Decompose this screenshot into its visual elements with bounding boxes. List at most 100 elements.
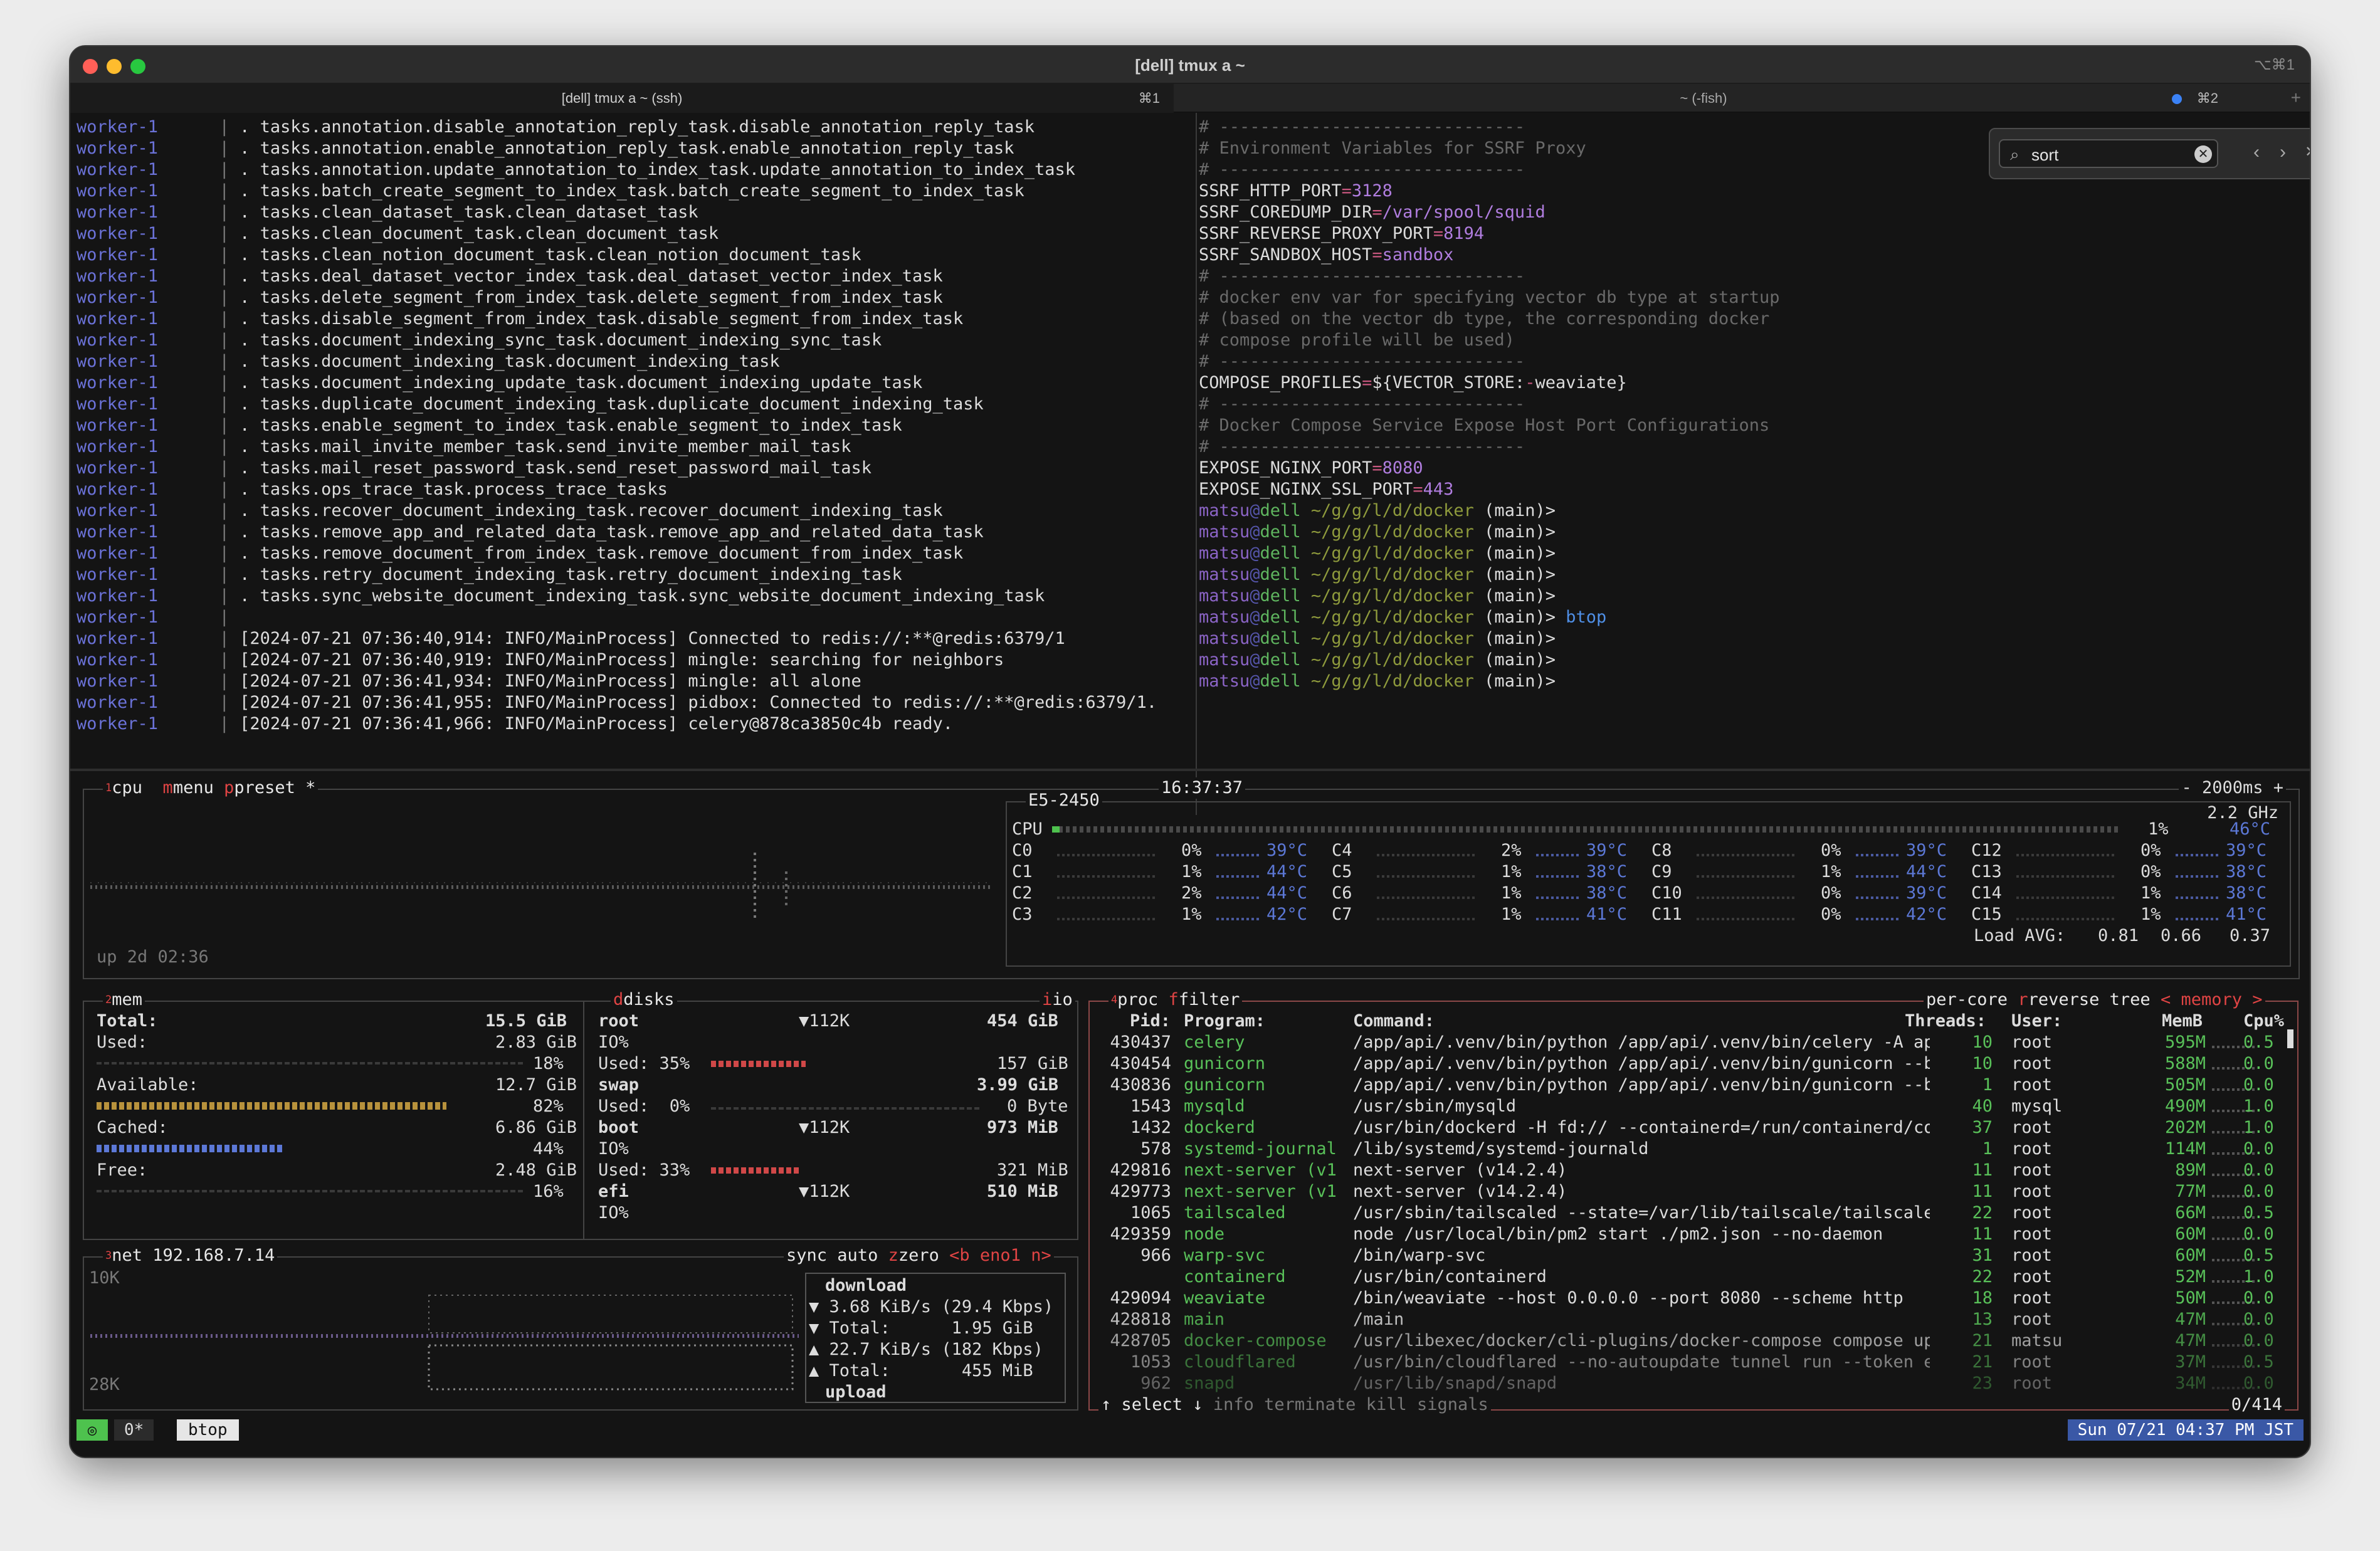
cpu-core-c10: C10 <box>1651 883 1682 903</box>
proc-mem: 595M <box>2164 1033 2206 1052</box>
pane-divider-horizontal[interactable] <box>70 769 2310 771</box>
log-line: worker-1 | . tasks.sync_website_document… <box>76 586 1045 606</box>
disk-boot-name: boot <box>598 1118 640 1137</box>
proc-options[interactable]: per-core rreverse tree < memory > <box>1924 989 2265 1011</box>
info-hint[interactable]: info <box>1213 1395 1254 1414</box>
cpu-box: 1cpu mmenu ppreset * 16:37:37 - 2000ms +… <box>83 777 2300 979</box>
proc-mem: 66M <box>2175 1203 2206 1222</box>
tab-bar: [dell] tmux a ~ (ssh) ⌘1 ~ (-fish) ⌘2 + <box>70 84 2310 113</box>
cpu-core-c14: C14 <box>1971 883 2002 903</box>
disk-swap-meter <box>711 1107 981 1110</box>
proc-user: root <box>2011 1267 2053 1286</box>
select-hint[interactable]: ↑ select ↓ <box>1101 1395 1203 1414</box>
disk-efi-io: IO% <box>598 1203 629 1222</box>
mem-avail: 12.7 GiB <box>495 1075 577 1095</box>
log-line: worker-1 | . tasks.deal_dataset_vector_i… <box>76 266 943 286</box>
clear-search-icon[interactable]: ✕ <box>2194 145 2212 163</box>
proc-mem: 52M <box>2175 1267 2206 1286</box>
mem-box-title: 2mem <box>103 989 145 1011</box>
net-upload-rate: ▲ 22.7 KiB/s (182 Kbps) <box>809 1340 1043 1359</box>
proc-program: containerd <box>1184 1267 1286 1286</box>
cpu-total-label: CPU <box>1012 819 1043 839</box>
log-line: worker-1 | [2024-07-21 07:36:41,934: INF… <box>76 671 861 691</box>
terminal-window: [dell] tmux a ~ ⌥⌘1 [dell] tmux a ~ (ssh… <box>69 45 2311 1458</box>
col-cpu[interactable]: Cpu% <box>2243 1011 2284 1032</box>
window-name[interactable]: btop <box>177 1419 239 1441</box>
cpu-core-temp-meter <box>1536 875 1580 878</box>
cpu-core-temp: 42°C <box>1266 905 1308 924</box>
col-command[interactable]: Command: <box>1353 1011 1435 1032</box>
proc-command: /app/api/.venv/bin/python /app/api/.venv… <box>1353 1075 1930 1095</box>
proc-threads: 1 <box>1982 1075 1993 1095</box>
prompt-line: matsu@dell ~/g/g/l/d/docker (main)> <box>1199 501 1556 520</box>
proc-mem: 47M <box>2175 1310 2206 1329</box>
proc-mem: 202M <box>2164 1118 2206 1137</box>
proc-cpu: 0.0 <box>2243 1374 2274 1393</box>
log-line: worker-1 | . tasks.delete_segment_from_i… <box>76 288 943 307</box>
update-interval[interactable]: - 2000ms + <box>2179 777 2286 799</box>
proc-program: cloudflared <box>1184 1352 1296 1372</box>
proc-mem: 60M <box>2175 1224 2206 1244</box>
proc-command: /bin/weaviate --host 0.0.0.0 --port 8080… <box>1353 1288 1903 1308</box>
left-pane-worker-log[interactable]: worker-1 | . tasks.annotation.disable_an… <box>76 117 1167 814</box>
disks-io-toggle[interactable]: iio <box>1040 989 1075 1011</box>
signals-hint[interactable]: signals <box>1417 1395 1488 1414</box>
net-controls[interactable]: sync auto zzero <b eno1 n> <box>784 1245 1054 1266</box>
cpu-core-pct: 1% <box>1181 862 1202 881</box>
proc-program: warp-svc <box>1184 1246 1266 1265</box>
title-bar: [dell] tmux a ~ ⌥⌘1 <box>70 46 2310 84</box>
col-pid[interactable]: Pid: <box>1130 1011 1171 1032</box>
log-line: worker-1 | . tasks.disable_segment_from_… <box>76 309 964 329</box>
proc-pid: 1065 <box>1130 1203 1171 1222</box>
proc-user: root <box>2011 1182 2053 1201</box>
col-user[interactable]: User: <box>2011 1011 2062 1032</box>
net-box: 3net 192.168.7.14 sync auto zzero <b eno… <box>83 1245 1078 1411</box>
col-memb[interactable]: MemB <box>2162 1011 2203 1032</box>
proc-scrollbar[interactable] <box>2287 1029 2293 1048</box>
col-threads[interactable]: Threads: <box>1905 1011 1986 1032</box>
search-value: sort <box>2031 145 2059 164</box>
proc-user: root <box>2011 1246 2053 1265</box>
find-next-button[interactable]: › <box>2280 142 2286 163</box>
disk-swap-used-label: Used: 0% <box>598 1096 690 1116</box>
tab-fish[interactable]: ~ (-fish) ⌘2 <box>1175 84 2232 113</box>
mem-free-pct: 16% <box>533 1182 564 1201</box>
net-download-label: download <box>825 1276 907 1295</box>
find-previous-button[interactable]: ‹ <box>2253 142 2260 163</box>
window-title: [dell] tmux a ~ <box>1135 56 1245 75</box>
search-input[interactable]: ⌕ sort ✕ <box>1999 139 2218 168</box>
pane-divider[interactable] <box>1196 113 1197 815</box>
cpu-core-c6: C6 <box>1332 883 1352 903</box>
cpu-core-pct: 0% <box>1181 841 1202 860</box>
tab-ssh[interactable]: [dell] tmux a ~ (ssh) ⌘1 <box>70 84 1174 113</box>
env-line: COMPOSE_PROFILES=${VECTOR_STORE:-weaviat… <box>1199 373 1627 392</box>
disk-boot-io-rate: ▼112K <box>799 1118 850 1137</box>
cpu-core-temp: 38°C <box>2226 862 2267 881</box>
proc-user: root <box>2011 1352 2053 1372</box>
mem-avail-pct: 82% <box>533 1096 564 1116</box>
proc-cpu: 0.0 <box>2243 1310 2274 1329</box>
window-index[interactable]: 0* <box>114 1419 154 1441</box>
disk-boot-used-label: Used: 33% <box>598 1160 690 1180</box>
new-tab-button[interactable]: + <box>2291 88 2301 108</box>
log-line: worker-1 | . tasks.document_indexing_tas… <box>76 352 780 371</box>
datetime: Sun 07/21 04:37 PM JST <box>2067 1419 2304 1441</box>
kill-hint[interactable]: kill <box>1366 1395 1407 1414</box>
cpu-core-temp: 41°C <box>1586 905 1628 924</box>
cpu-core-temp: 41°C <box>2226 905 2267 924</box>
close-find-button[interactable]: ✕ <box>2305 143 2310 161</box>
proc-user: mysql <box>2011 1096 2063 1116</box>
terminate-hint[interactable]: terminate <box>1264 1395 1356 1414</box>
cpu-detail-box: E5-2450 2.2 GHz CPU 1% 46°C C0 0% 39°C C1 1%… <box>1006 790 2291 967</box>
proc-program: gunicorn <box>1184 1054 1266 1073</box>
cpu-core-meter <box>2016 854 2117 856</box>
cpu-core-pct: 2% <box>1501 841 1522 860</box>
load-avg-15: 0.37 <box>2230 926 2271 945</box>
env-line: SSRF_SANDBOX_HOST=sandbox <box>1199 245 1454 265</box>
log-line: worker-1 | . tasks.clean_document_task.c… <box>76 224 719 243</box>
right-pane-shell[interactable]: # ------------------------------ # Enviro… <box>1199 117 2296 814</box>
col-program[interactable]: Program: <box>1184 1011 1265 1032</box>
proc-program: main <box>1184 1310 1225 1329</box>
log-line: worker-1 | . tasks.remove_app_and_relate… <box>76 522 984 542</box>
prompt-line: matsu@dell ~/g/g/l/d/docker (main)> <box>1199 671 1556 691</box>
